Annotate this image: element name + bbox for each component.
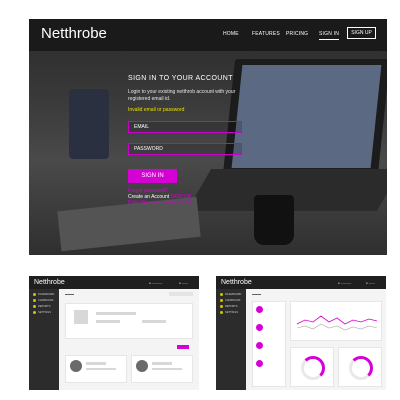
resend-confirmation-link[interactable]: Didn't Receive confirmation? [128,200,258,206]
thumb-heading: ▬▬▬ [252,292,261,296]
signin-form: SIGN IN TO YOUR ACCOUNT Login to your ex… [128,75,258,206]
email-field[interactable]: EMAIL [128,121,242,133]
thumb-donut-chart [290,347,334,387]
thumb-sidebar-item: DASHBOARD [220,293,241,296]
thumb-form-card [65,303,193,339]
nav-features[interactable]: FEATURES [252,31,280,37]
thumb-profile-card [65,355,127,383]
thumb-logout: ● ─── [366,281,376,285]
thumb-top-bar: Netthrobe ● ───── ● ─── [29,276,199,289]
page: Netthrobe HOME FEATURES PRICING SIGN IN … [0,0,400,400]
thumb-donut-chart [338,347,382,387]
signin-screen: Netthrobe HOME FEATURES PRICING SIGN IN … [29,19,387,255]
pencil-cup [69,89,109,159]
thumb-heading: ▬▬▬ [65,292,74,296]
top-nav: Netthrobe HOME FEATURES PRICING SIGN IN … [29,19,387,51]
thumb-sidebar-item: SETTINGS [220,311,238,314]
nav-pricing[interactable]: PRICING [286,31,308,37]
form-subtitle: Login to your existing netthrob account … [128,89,236,102]
sign-up-button[interactable]: SIGN UP [347,27,376,39]
thumb-top-bar: Netthrobe ● ───── ● ─── [216,276,386,289]
dashboard-thumbnail-charts: Netthrobe ● ───── ● ─── DASHBOARD CAMPAI… [216,276,386,390]
thumb-sidebar-item: REPORTS [33,305,51,308]
thumb-sidebar-item: SETTINGS [33,311,51,314]
thumb-add-button [177,345,189,349]
brand-logo[interactable]: Netthrobe [41,25,107,42]
password-field[interactable]: PASSWORD [128,143,242,155]
thumb-brand: Netthrobe [34,279,65,286]
thumb-profile-card [131,355,193,383]
thumb-sidebar-item: DASHBOARD [33,293,54,296]
sign-in-button[interactable]: SIGN IN [128,169,177,183]
thumb-sidebar-item: CAMPAIGNS [220,299,240,302]
thumb-line-chart [290,301,382,341]
thumb-sidebar: DASHBOARD CAMPAIGNS REPORTS SETTINGS [29,289,59,390]
thumb-sidebar-item: REPORTS [220,305,238,308]
thumb-logout: ● ─── [179,281,189,285]
form-links: Forgot password? Create an Account SIGN … [128,188,258,206]
nav-home[interactable]: HOME [223,31,239,37]
thumb-main: ▬▬▬ [246,289,386,390]
thumb-sidebar-item: CAMPAIGNS [33,299,53,302]
thumb-user-menu: ● ───── [149,281,163,285]
thumb-campaign-list [252,301,286,387]
dashboard-thumbnail-profiles: Netthrobe ● ───── ● ─── DASHBOARD CAMPAI… [29,276,199,390]
thumb-brand: Netthrobe [221,279,252,286]
thumb-main: ▬▬▬ [59,289,199,390]
nav-sign-in[interactable]: SIGN IN [319,31,340,40]
form-title: SIGN IN TO YOUR ACCOUNT [128,75,233,82]
mug-image [254,195,294,245]
thumb-search [169,292,193,296]
thumb-sidebar: DASHBOARD CAMPAIGNS REPORTS SETTINGS [216,289,246,390]
thumb-user-menu: ● ───── [338,281,352,285]
error-message: Invalid email or password [128,107,185,113]
